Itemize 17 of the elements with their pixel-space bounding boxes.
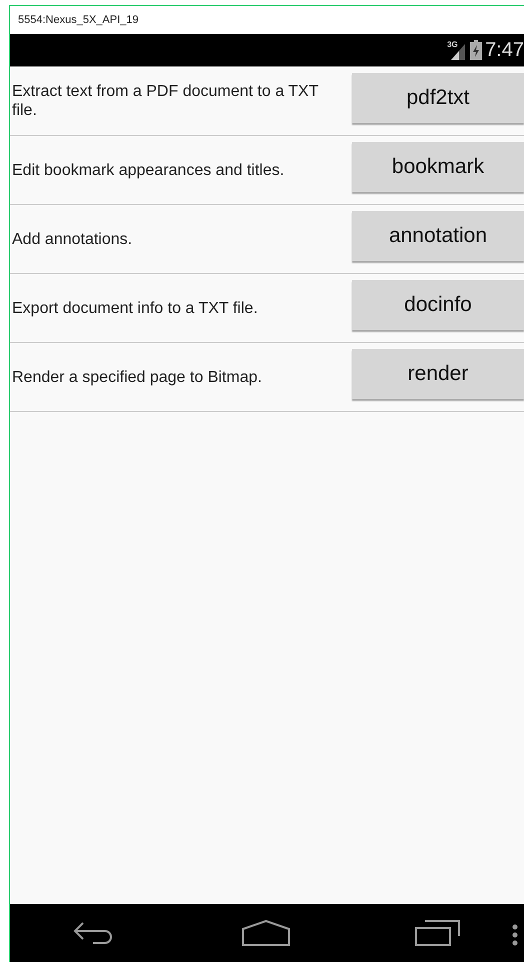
sample-description: Extract text from a PDF document to a TXT file. [11,82,320,120]
sample-button[interactable]: annotation [352,211,524,261]
overflow-menu-icon[interactable] [512,924,518,946]
sample-description: Export document info to a TXT file. [11,298,259,318]
sample-description: Add annotations. [11,230,134,248]
recent-apps-icon[interactable] [415,920,462,946]
sample-button[interactable]: bookmark [352,142,524,192]
sample-description: Render a specified page to Bitmap. [11,368,263,386]
clock-time: 7:47 [485,38,524,62]
sample-button[interactable]: docinfo [352,280,524,330]
sample-description: Edit bookmark appearances and titles. [11,160,286,180]
home-icon[interactable] [242,920,290,946]
sample-button[interactable]: pdf2txt [352,73,524,123]
network-type: 3G [447,40,458,49]
sample-button[interactable]: render [352,349,524,399]
window-title: 5554:Nexus_5X_API_19 [18,14,138,26]
battery-icon [470,40,482,60]
